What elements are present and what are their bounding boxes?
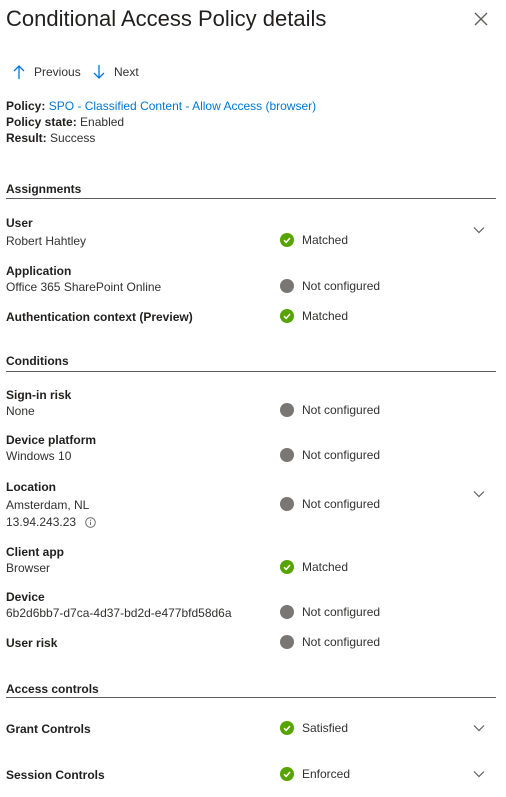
status-dot-icon (280, 403, 294, 417)
previous-button[interactable]: Previous (12, 62, 81, 82)
user-risk-status: Not configured (280, 635, 380, 649)
chevron-down-icon (473, 725, 485, 732)
user-status-text: Matched (302, 233, 349, 247)
device-platform-status-text: Not configured (302, 448, 381, 462)
auth-context-status: Matched (280, 309, 348, 323)
status-dot-icon (280, 448, 294, 462)
client-app-status-text: Matched (302, 560, 349, 574)
application-status-text: Not configured (302, 279, 381, 293)
user-risk-label: User risk (6, 636, 58, 650)
application-status: Not configured (280, 279, 380, 293)
signin-risk-value: None (6, 404, 35, 418)
conditions-heading: Conditions (6, 354, 69, 368)
device-id-link[interactable]: 6b2d6bb7-d7ca-4d37-bd2d-e477bfd58d6a (6, 606, 232, 620)
session-controls-expand-button[interactable] (472, 767, 486, 781)
result-label: Result: (6, 131, 47, 145)
device-status-text: Not configured (302, 605, 381, 619)
location-ip: 13.94.243.23 (6, 515, 77, 529)
status-dot-icon (280, 605, 294, 619)
auth-context-status-text: Matched (302, 309, 349, 323)
info-icon[interactable] (85, 517, 97, 531)
close-icon (474, 12, 488, 26)
session-controls-status-text: Enforced (302, 767, 351, 781)
policy-state-value: Enabled (80, 115, 125, 129)
arrow-up-icon (13, 65, 25, 79)
user-risk-status-text: Not configured (302, 635, 381, 649)
signin-risk-status: Not configured (280, 403, 380, 417)
status-dot-icon (280, 635, 294, 649)
user-expand-button[interactable] (472, 223, 486, 237)
assignments-heading: Assignments (6, 182, 82, 196)
policy-line: Policy: SPO - Classified Content - Allow… (6, 98, 316, 114)
previous-label: Previous (34, 65, 81, 79)
grant-controls-label: Grant Controls (6, 722, 91, 736)
close-button[interactable] (471, 9, 491, 29)
check-icon (280, 560, 294, 574)
check-icon (280, 233, 294, 247)
assignments-divider (6, 198, 496, 199)
device-status: Not configured (280, 605, 380, 619)
client-app-label: Client app (6, 545, 65, 559)
device-label: Device (6, 590, 45, 604)
panel-title: Conditional Access Policy details (6, 6, 327, 31)
policy-label: Policy: (6, 99, 46, 113)
location-label: Location (6, 480, 56, 494)
location-ip-line: 13.94.243.23 (6, 515, 97, 531)
signin-risk-label: Sign-in risk (6, 388, 72, 402)
signin-risk-status-text: Not configured (302, 403, 381, 417)
policy-link[interactable]: SPO - Classified Content - Allow Access … (49, 99, 316, 113)
result-value: Success (50, 131, 96, 145)
device-platform-value: Windows 10 (6, 449, 72, 463)
location-value: Amsterdam, NL (6, 498, 90, 512)
grant-controls-status: Satisfied (280, 721, 348, 735)
session-controls-status: Enforced (280, 767, 350, 781)
application-value: Office 365 SharePoint Online (6, 280, 162, 294)
status-dot-icon (280, 497, 294, 511)
device-platform-status: Not configured (280, 448, 380, 462)
chevron-down-icon (473, 227, 485, 234)
user-label: User (6, 216, 33, 230)
location-status-text: Not configured (302, 497, 381, 511)
grant-controls-expand-button[interactable] (472, 721, 486, 735)
client-app-value: Browser (6, 561, 51, 575)
grant-controls-status-text: Satisfied (302, 721, 349, 735)
conditions-divider (6, 371, 496, 372)
auth-context-label: Authentication context (Preview) (6, 310, 193, 324)
chevron-down-icon (473, 771, 485, 778)
result-line: Result: Success (6, 130, 95, 146)
access-controls-heading: Access controls (6, 682, 99, 696)
next-button[interactable]: Next (92, 62, 139, 82)
access-controls-divider (6, 697, 496, 698)
user-value: Robert Hahtley (6, 234, 87, 248)
policy-state-line: Policy state: Enabled (6, 114, 124, 130)
arrow-down-icon (93, 65, 105, 79)
application-label: Application (6, 264, 72, 278)
location-expand-button[interactable] (472, 487, 486, 501)
status-dot-icon (280, 279, 294, 293)
user-status: Matched (280, 233, 348, 247)
chevron-down-icon (473, 491, 485, 498)
session-controls-label: Session Controls (6, 768, 105, 782)
check-icon (280, 721, 294, 735)
location-status: Not configured (280, 497, 380, 511)
policy-state-label: Policy state: (6, 115, 77, 129)
device-platform-label: Device platform (6, 433, 97, 447)
check-icon (280, 767, 294, 781)
client-app-status: Matched (280, 560, 348, 574)
check-icon (280, 309, 294, 323)
next-label: Next (114, 65, 139, 79)
